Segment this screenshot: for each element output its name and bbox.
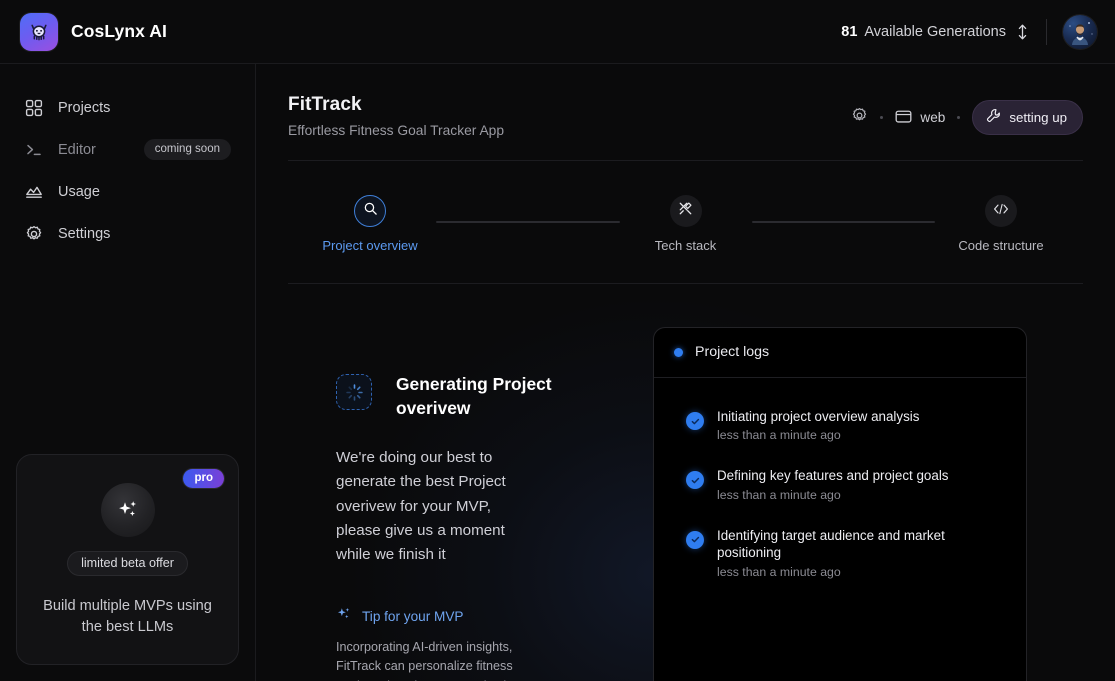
stepper-connector xyxy=(751,221,935,223)
sparkles-icon xyxy=(100,482,155,537)
loading-spinner-icon xyxy=(336,374,372,410)
sidebar-nav: Projects Editor coming soon Usage Settin… xyxy=(16,92,239,249)
lynx-mascot-logo-icon xyxy=(20,12,58,51)
sidebar-item-label: Usage xyxy=(58,183,100,200)
brand-name: CosLynx AI xyxy=(71,21,167,41)
step-circle xyxy=(354,195,386,227)
logs-title: Project logs xyxy=(695,344,770,360)
log-timestamp: less than a minute ago xyxy=(717,564,841,579)
available-generations[interactable]: 81 Available Generations xyxy=(841,23,1044,41)
limited-beta-offer-pill: limited beta offer xyxy=(67,550,188,576)
top-bar: CosLynx AI 81 Available Generations xyxy=(0,0,1115,64)
sidebar-item-label: Settings xyxy=(58,225,111,242)
status-label: setting up xyxy=(1009,109,1067,125)
step-label: Project overview xyxy=(322,238,418,253)
log-message: Defining key features and project goals xyxy=(717,468,949,484)
generating-panel: Generating Project overivew We're doing … xyxy=(256,284,651,681)
browser-window-icon xyxy=(895,109,912,127)
tip-block: Tip for your MVP Incorporating AI-driven… xyxy=(336,606,611,681)
logs-list: Initiating project overview analysis les… xyxy=(654,378,1026,579)
generations-label: Available Generations xyxy=(864,23,1006,40)
check-circle-icon xyxy=(686,412,704,430)
status-badge[interactable]: setting up xyxy=(972,100,1083,135)
magnifier-icon xyxy=(363,201,378,221)
coming-soon-badge: coming soon xyxy=(143,139,231,160)
sidebar-item-projects[interactable]: Projects xyxy=(16,92,239,123)
gear-icon xyxy=(24,224,44,244)
project-logs-panel: Project logs Initiating project overview… xyxy=(653,327,1027,681)
page-subtitle: Effortless Fitness Goal Tracker App xyxy=(288,123,504,138)
step-label: Code structure xyxy=(958,238,1044,253)
list-item: Defining key features and project goals … xyxy=(654,467,1026,502)
generating-header: Generating Project overivew xyxy=(336,372,611,420)
promo-card[interactable]: pro limited beta offer Build multiple MV… xyxy=(16,453,239,665)
wrench-icon xyxy=(986,108,1001,126)
status-dot-icon xyxy=(674,347,683,357)
log-timestamp: less than a minute ago xyxy=(717,428,841,443)
log-text: Identifying target audience and market p… xyxy=(717,527,1006,579)
project-settings-button[interactable] xyxy=(851,107,868,129)
pro-badge: pro xyxy=(183,468,224,488)
meta-separator-dot xyxy=(957,116,961,119)
generations-count: 81 xyxy=(841,23,858,40)
log-text: Defining key features and project goals … xyxy=(717,467,949,501)
page-title: FitTrack xyxy=(288,94,362,115)
area-chart-icon xyxy=(24,182,44,202)
top-bar-divider xyxy=(1046,18,1047,45)
stepper-connector xyxy=(436,221,620,223)
project-meta: web setting up xyxy=(851,94,1083,135)
sidebar: Projects Editor coming soon Usage Settin… xyxy=(0,64,256,681)
tip-header: Tip for your MVP xyxy=(336,606,611,627)
code-brackets-icon xyxy=(993,202,1009,221)
logs-header: Project logs xyxy=(654,328,1026,378)
sidebar-item-editor[interactable]: Editor coming soon xyxy=(16,134,239,165)
grid-icon xyxy=(24,98,44,118)
crossed-tools-icon xyxy=(678,201,693,221)
step-label: Tech stack xyxy=(654,238,717,253)
sidebar-item-label: Editor xyxy=(58,141,96,158)
step-code-structure[interactable]: Code structure xyxy=(935,195,1067,253)
generating-title: Generating Project overivew xyxy=(396,374,552,419)
log-text: Initiating project overview analysis les… xyxy=(717,408,919,442)
up-down-arrow-icon[interactable] xyxy=(1015,23,1030,41)
log-message: Identifying target audience and market p… xyxy=(717,527,945,561)
stepper: Project overview Tech stack Code structu… xyxy=(256,161,1115,253)
content-area: Generating Project overivew We're doing … xyxy=(256,284,1115,681)
log-timestamp: less than a minute ago xyxy=(717,487,841,502)
platform-chip: web xyxy=(895,109,945,127)
step-tech-stack[interactable]: Tech stack xyxy=(620,195,752,253)
sidebar-item-usage[interactable]: Usage xyxy=(16,176,239,207)
main-content: FitTrack Effortless Fitness Goal Tracker… xyxy=(256,64,1115,681)
list-item: Identifying target audience and market p… xyxy=(654,527,1026,579)
tip-body: Incorporating AI-driven insights, FitTra… xyxy=(336,639,520,681)
step-circle xyxy=(985,195,1017,227)
logs-wrapper: Project logs Initiating project overview… xyxy=(651,284,1115,681)
meta-separator-dot xyxy=(880,116,884,119)
project-title-block: FitTrack Effortless Fitness Goal Tracker… xyxy=(288,94,504,138)
check-circle-icon xyxy=(686,471,704,490)
check-circle-icon xyxy=(686,530,704,549)
brand[interactable]: CosLynx AI xyxy=(20,12,167,51)
app-root: CosLynx AI 81 Available Generations Proj… xyxy=(0,0,1115,681)
app-body: Projects Editor coming soon Usage Settin… xyxy=(0,64,1115,681)
project-header: FitTrack Effortless Fitness Goal Tracker… xyxy=(256,64,1115,138)
sparkles-icon xyxy=(336,606,352,627)
terminal-prompt-icon xyxy=(24,140,44,160)
list-item: Initiating project overview analysis les… xyxy=(654,408,1026,442)
platform-label: web xyxy=(920,110,946,125)
avatar[interactable] xyxy=(1063,14,1097,49)
sidebar-item-label: Projects xyxy=(58,99,111,116)
generating-body: We're doing our best to generate the bes… xyxy=(336,449,506,564)
step-circle xyxy=(669,195,702,227)
top-bar-right: 81 Available Generations xyxy=(841,14,1097,49)
sidebar-item-settings[interactable]: Settings xyxy=(16,218,239,249)
promo-headline: Build multiple MVPs using the best LLMs xyxy=(43,597,212,635)
tip-title: Tip for your MVP xyxy=(362,608,464,624)
step-project-overview[interactable]: Project overview xyxy=(304,195,436,253)
log-message: Initiating project overview analysis xyxy=(717,409,920,424)
